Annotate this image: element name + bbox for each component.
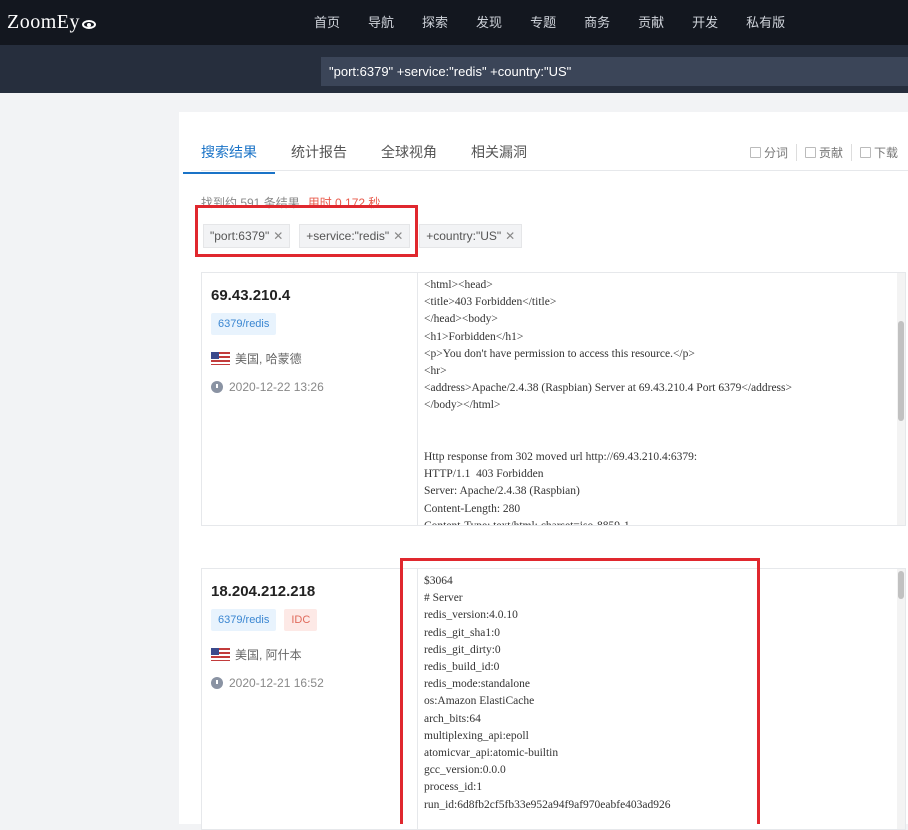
highlight-box-filters [195,205,418,257]
us-flag-icon [211,352,230,365]
port-badge[interactable]: 6379/redis [211,313,277,335]
scrollbar-thumb[interactable] [898,571,904,599]
contribute-button[interactable]: 贡献 [795,144,851,161]
result-ip[interactable]: 18.204.212.218 [211,583,315,600]
eye-icon [82,20,96,29]
result-location: 美国, 阿什本 [211,646,302,663]
result-location: 美国, 哈蒙德 [211,350,302,367]
tab-statistics[interactable]: 统计报告 [291,142,347,172]
us-flag-icon [211,648,230,661]
edit-icon [804,147,816,158]
nav-item-explore[interactable]: 探索 [408,0,462,45]
result-date: 2020-12-21 16:52 [211,676,324,690]
tab-search-results[interactable]: 搜索结果 [183,142,275,174]
scrollbar-thumb[interactable] [898,321,904,421]
banner-scrollbar[interactable] [897,569,905,829]
tab-vulnerabilities[interactable]: 相关漏洞 [471,142,527,172]
banner-content: <html><head> <title>403 Forbidden</title… [424,279,792,525]
top-nav-bar: ZoomEy 首页 导航 探索 发现 专题 商务 贡献 开发 私有版 [0,0,908,45]
clock-icon [211,381,223,393]
nav-item-home[interactable]: 首页 [300,0,354,45]
nav-item-private[interactable]: 私有版 [732,0,799,45]
download-icon [859,147,871,158]
result-item: 69.43.210.4 6379/redis 美国, 哈蒙德 2020-12-2… [201,272,906,526]
filter-chip-country[interactable]: +country:"US" ✕ [419,224,523,248]
main-nav: 首页 导航 探索 发现 专题 商务 贡献 开发 私有版 [300,0,799,45]
close-icon[interactable]: ✕ [505,229,515,243]
nav-item-develop[interactable]: 开发 [678,0,732,45]
result-badges: 6379/redis [211,313,284,335]
result-meta: 18.204.212.218 6379/redis IDC 美国, 阿什本 20… [202,569,418,829]
zoomeye-logo[interactable]: ZoomEy [7,11,96,34]
highlight-box-banner [400,558,760,824]
result-meta: 69.43.210.4 6379/redis 美国, 哈蒙德 2020-12-2… [202,273,418,525]
banner-scrollbar[interactable] [897,273,905,525]
idc-badge[interactable]: IDC [284,609,318,631]
search-bar: "port:6379" +service:"redis" +country:"U… [0,45,908,93]
result-tabs: 搜索结果 统计报告 全球视角 相关漏洞 [183,142,561,174]
result-date: 2020-12-22 13:26 [211,380,324,394]
toolbar: 分词 贡献 下载 [742,144,906,161]
brackets-icon [749,147,761,158]
tab-global-view[interactable]: 全球视角 [381,142,437,172]
tab-divider [201,170,908,171]
search-input[interactable]: "port:6379" +service:"redis" +country:"U… [321,57,908,86]
nav-item-contribute[interactable]: 贡献 [624,0,678,45]
nav-item-navigation[interactable]: 导航 [354,0,408,45]
result-ip[interactable]: 69.43.210.4 [211,287,290,304]
port-badge[interactable]: 6379/redis [211,609,277,631]
nav-item-business[interactable]: 商务 [570,0,624,45]
nav-item-topics[interactable]: 专题 [516,0,570,45]
nav-item-discover[interactable]: 发现 [462,0,516,45]
result-badges: 6379/redis IDC [211,609,325,631]
clock-icon [211,677,223,689]
segment-button[interactable]: 分词 [742,144,796,161]
download-button[interactable]: 下载 [850,144,906,161]
